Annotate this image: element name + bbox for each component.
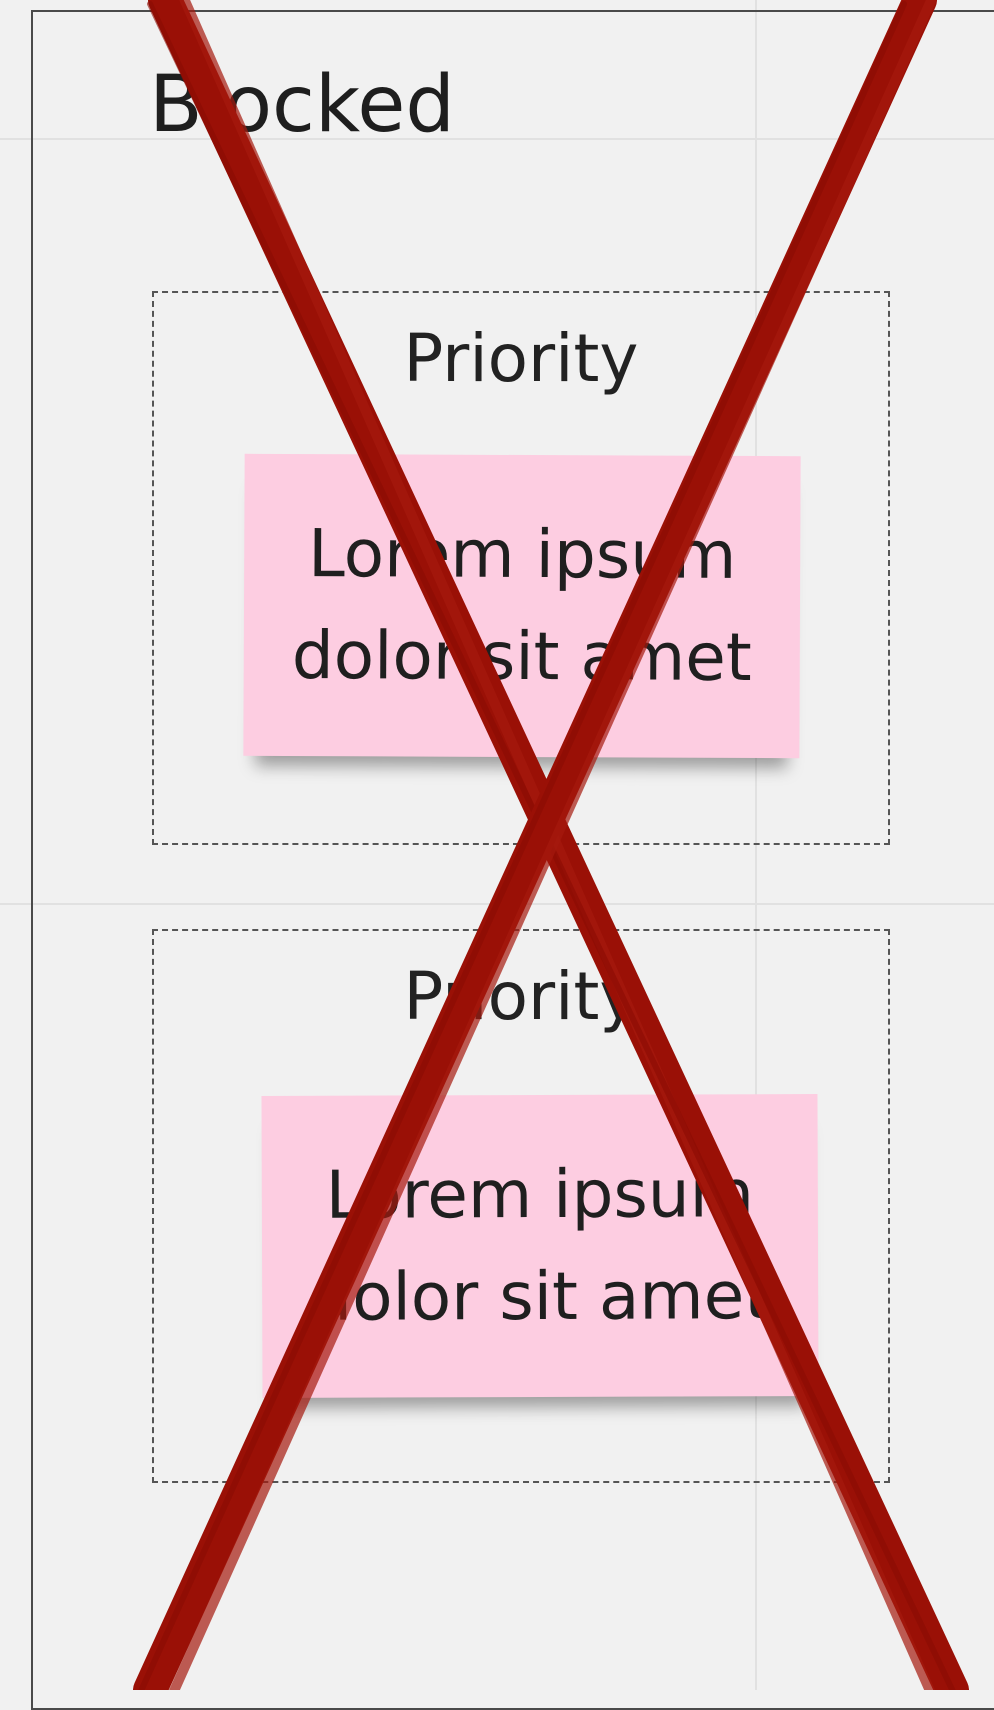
sticky-note-line: Lorem ipsum [307,515,737,594]
sticky-note-text: Lorem ipsum dolor sit amet [310,1143,771,1349]
sticky-note[interactable]: Lorem ipsum dolor sit amet [261,1094,819,1398]
sticky-note[interactable]: Lorem ipsum dolor sit amet [243,453,801,759]
group-label: Priority [403,958,639,1035]
group-label: Priority [403,320,639,397]
sticky-note-line: dolor sit amet [310,1257,771,1336]
sticky-note-text: Lorem ipsum dolor sit amet [292,503,753,709]
sticky-note-line: Lorem ipsum [325,1155,755,1234]
column-title: Blocked [149,60,455,150]
sticky-note-line: dolor sit amet [291,616,752,697]
